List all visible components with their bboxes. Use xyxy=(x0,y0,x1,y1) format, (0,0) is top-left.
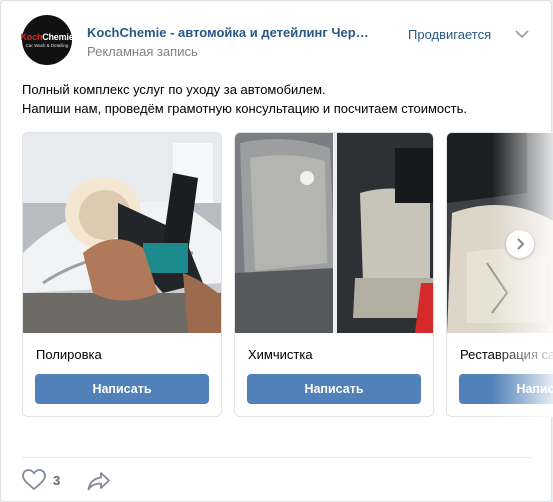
avatar-brand-part1: Koch xyxy=(20,32,43,42)
polishing-photo xyxy=(23,133,221,333)
write-button[interactable]: Написать xyxy=(459,374,553,404)
community-name-link[interactable]: KochChemie - автомойка и детейлинг Череп… xyxy=(87,25,375,40)
ad-label: Рекламная запись xyxy=(87,44,198,59)
ad-post: KochChemie Car Wash & Detailing KochChem… xyxy=(0,0,553,502)
heart-icon xyxy=(22,469,46,491)
carousel-card-restoration[interactable]: Реставрация салона Написать xyxy=(446,132,553,417)
like-count: 3 xyxy=(53,472,61,488)
carousel-card-dry-cleaning[interactable]: Химчистка Написать xyxy=(234,132,434,417)
carousel-card-polishing[interactable]: Полировка Написать xyxy=(22,132,222,417)
avatar-tagline: Car Wash & Detailing xyxy=(25,43,69,48)
chevron-right-icon xyxy=(517,238,525,250)
dry-cleaning-photo xyxy=(235,133,433,333)
card-title: Химчистка xyxy=(248,347,313,362)
promoted-link[interactable]: Продвигается xyxy=(408,27,491,42)
post-text-line2: Напиши нам, проведём грамотную консульта… xyxy=(22,101,468,116)
divider xyxy=(22,457,532,458)
write-button[interactable]: Написать xyxy=(247,374,421,404)
chevron-down-icon[interactable] xyxy=(515,29,529,39)
restoration-photo xyxy=(447,133,553,333)
avatar-brand-part2: Chemie xyxy=(42,32,74,42)
like-button[interactable]: 3 xyxy=(22,469,60,491)
community-avatar[interactable]: KochChemie Car Wash & Detailing xyxy=(20,15,74,65)
share-icon[interactable] xyxy=(87,471,111,491)
carousel-next-button[interactable] xyxy=(506,230,534,258)
card-title: Реставрация салона xyxy=(460,347,553,362)
card-title: Полировка xyxy=(36,347,102,362)
post-text-line1: Полный комплекс услуг по уходу за автомо… xyxy=(22,82,326,97)
write-button[interactable]: Написать xyxy=(35,374,209,404)
carousel: Полировка Написать Химчистка Написать Ре… xyxy=(22,132,553,417)
post-text: Полный комплекс услуг по уходу за автомо… xyxy=(22,80,542,118)
